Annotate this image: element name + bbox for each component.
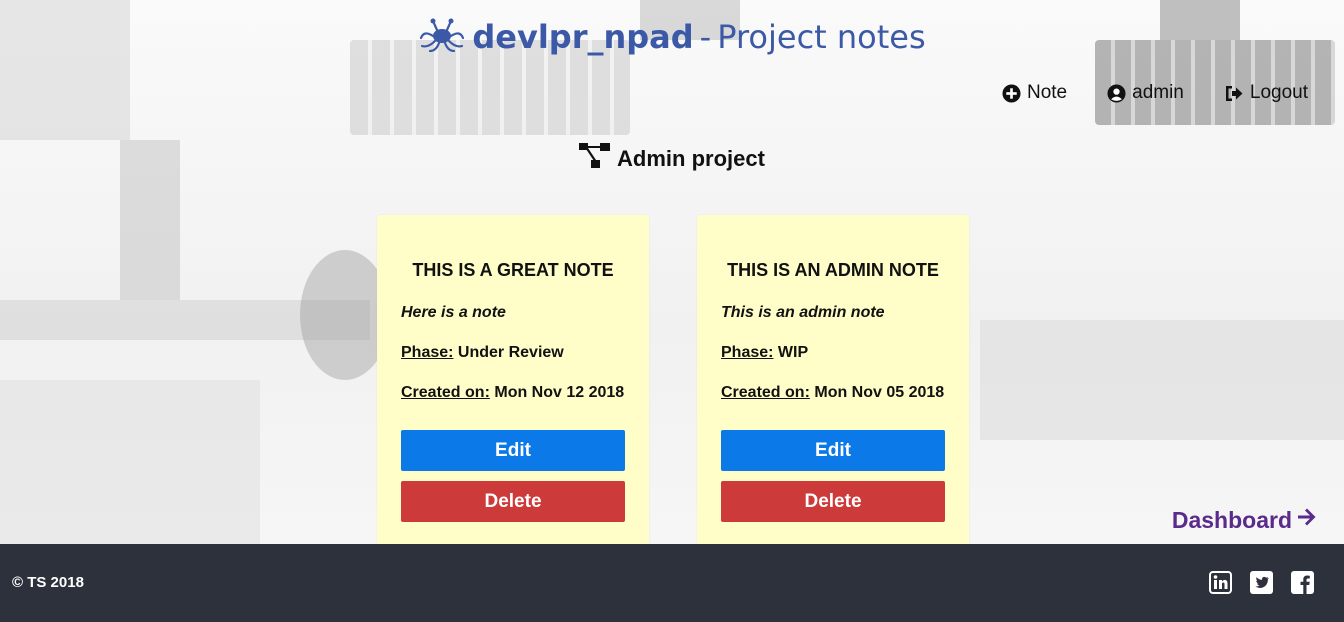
sign-out-icon: [1224, 84, 1244, 103]
delete-button[interactable]: Delete: [721, 481, 945, 522]
delete-button[interactable]: Delete: [401, 481, 625, 522]
edit-button[interactable]: Edit: [721, 430, 945, 471]
plus-circle-icon: [1002, 83, 1021, 103]
user-label: admin: [1132, 82, 1184, 103]
dashboard-label: Dashboard: [1171, 506, 1292, 533]
linkedin-icon[interactable]: [1209, 571, 1232, 599]
created-value: Mon Nov 05 2018: [814, 384, 945, 401]
note-description: Here is a note: [401, 304, 506, 321]
sitemap-icon: [579, 143, 611, 175]
user-link[interactable]: admin: [1107, 82, 1184, 104]
note-created: Created on: Mon Nov 12 2018: [401, 384, 624, 402]
note-created: Created on: Mon Nov 05 2018: [721, 384, 944, 402]
copyright-text: © TS 2018: [12, 574, 84, 591]
site-header: devlpr_npad - Project notes: [0, 18, 1344, 60]
dashboard-link[interactable]: Dashboard: [1172, 506, 1318, 534]
note-phase: Phase: Under Review: [401, 344, 564, 362]
new-note-label: Note: [1026, 82, 1068, 103]
created-value: Mon Nov 12 2018: [494, 384, 625, 401]
note-card: THIS IS AN ADMIN NOTE This is an admin n…: [697, 215, 969, 544]
project-title: Admin project: [0, 143, 1344, 175]
phase-value: Under Review: [457, 344, 564, 361]
note-title: THIS IS AN ADMIN NOTE: [727, 260, 939, 280]
social-links: [1209, 571, 1314, 599]
logout-link[interactable]: Logout: [1224, 82, 1308, 104]
new-note-link[interactable]: Note: [1002, 82, 1067, 104]
user-circle-icon: [1107, 83, 1126, 103]
project-name: Admin project: [617, 146, 765, 171]
note-card: THIS IS A GREAT NOTE Here is a note Phas…: [377, 215, 649, 544]
edit-button[interactable]: Edit: [401, 430, 625, 471]
note-phase: Phase: WIP: [721, 344, 808, 362]
phase-label: Phase:: [721, 344, 774, 361]
spaghetti-monster-icon: [418, 18, 466, 60]
created-label: Created on:: [401, 384, 490, 401]
arrow-right-icon: [1296, 506, 1318, 534]
note-description: This is an admin note: [721, 304, 885, 321]
note-title: THIS IS A GREAT NOTE: [412, 260, 614, 280]
twitter-icon[interactable]: [1250, 571, 1273, 599]
brand-name: devlpr_npad: [472, 18, 694, 56]
phase-value: WIP: [777, 344, 809, 361]
facebook-icon[interactable]: [1291, 571, 1314, 599]
top-nav: Note admin Logout: [1002, 82, 1308, 104]
site-footer: © TS 2018: [0, 544, 1344, 622]
title-separator: -: [699, 18, 712, 56]
phase-label: Phase:: [401, 344, 454, 361]
site-subtitle: Project notes: [717, 18, 926, 56]
logout-label: Logout: [1249, 82, 1308, 103]
created-label: Created on:: [721, 384, 810, 401]
